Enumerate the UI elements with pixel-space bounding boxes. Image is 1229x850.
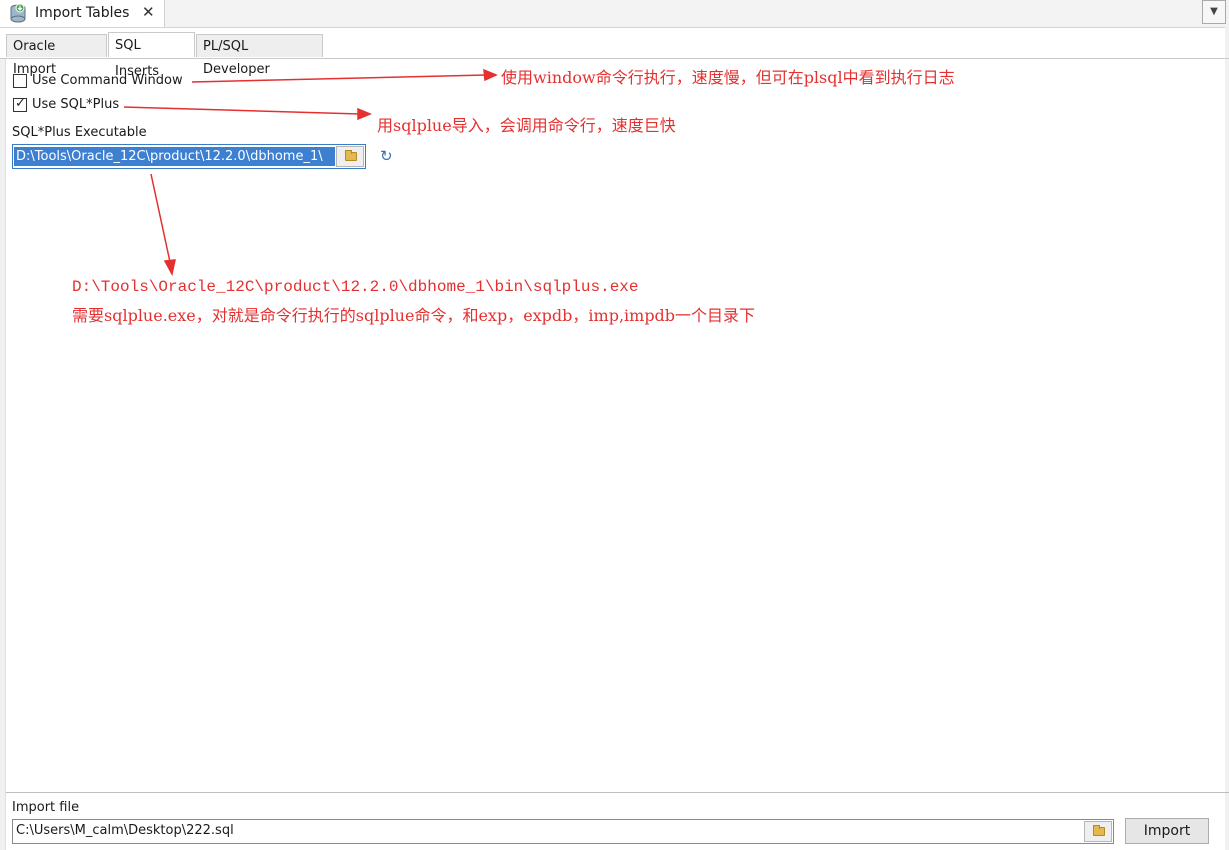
- folder-icon: [1093, 825, 1105, 836]
- bottom-divider: [6, 792, 1229, 793]
- annotation-sqlplus-path: D:\Tools\Oracle_12C\product\12.2.0\dbhom…: [72, 278, 639, 296]
- annotation-sqlplus: 用sqlplue导入，会调用命令行，速度巨快: [377, 116, 676, 135]
- annotation-command-window: 使用window命令行执行，速度慢，但可在plsql中看到执行日志: [501, 68, 955, 87]
- import-button[interactable]: Import: [1125, 818, 1209, 844]
- arrow-executable: [150, 173, 171, 263]
- arrow-command-window: [191, 74, 487, 83]
- arrow-head-command-window: [483, 68, 498, 82]
- browse-import-file-button[interactable]: [1084, 821, 1112, 842]
- import-file-value: C:\Users\M_calm\Desktop\222.sql: [16, 823, 234, 838]
- arrow-head-executable: [163, 259, 176, 277]
- annotation-path-explanation: 需要sqlplue.exe，对就是命令行执行的sqlplue命令，和exp，ex…: [72, 306, 756, 325]
- arrow-sqlplus: [123, 106, 361, 115]
- arrow-head-sqlplus: [357, 107, 372, 121]
- import-file-label: Import file: [12, 800, 80, 815]
- import-file-input[interactable]: C:\Users\M_calm\Desktop\222.sql: [12, 819, 1114, 844]
